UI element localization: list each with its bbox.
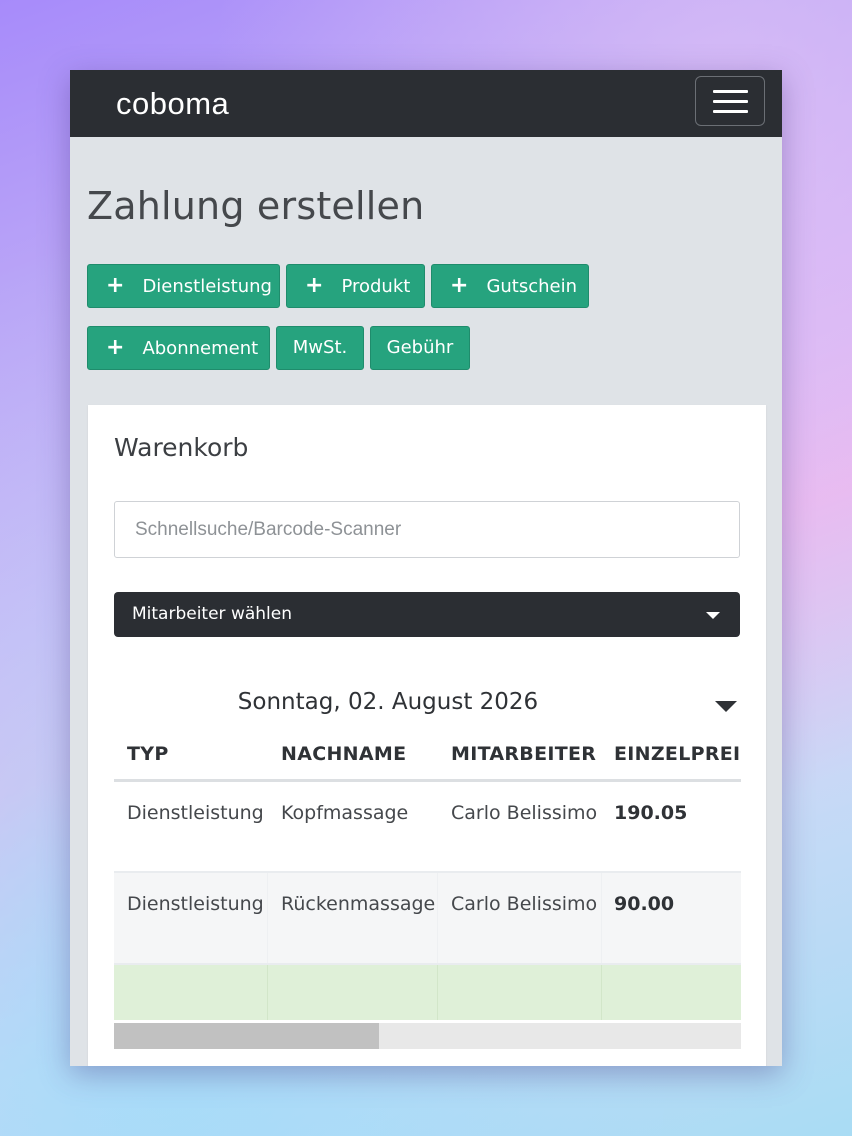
cell-mitarbeiter: Carlo Belissimo [451, 802, 598, 824]
menu-toggle-button[interactable] [695, 76, 765, 126]
quick-search-input[interactable] [114, 501, 740, 558]
cell-einzelpreis: 190.05 [614, 802, 688, 824]
table-row[interactable]: Dienstleistung Kopfmassage Carlo Belissi… [114, 782, 741, 871]
navbar: coboma [70, 70, 782, 137]
selected-date: Sonntag, 02. August 2026 [237, 689, 539, 715]
column-header-nachname[interactable]: NACHNAME [281, 743, 406, 765]
plus-icon: + [450, 273, 469, 298]
cell-nachname: Rückenmassage [281, 893, 436, 915]
cell-typ: Dienstleistung [127, 893, 264, 915]
button-label: Abonnement [142, 338, 259, 359]
add-gutschein-button[interactable]: + Gutschein [431, 264, 589, 308]
add-gebuehr-button[interactable]: Gebühr [370, 326, 470, 370]
cart-title: Warenkorb [114, 433, 249, 462]
app-window: coboma Zahlung erstellen + Dienstleistung… [70, 70, 782, 1066]
plus-icon: + [106, 273, 125, 298]
date-dropdown-icon[interactable] [715, 701, 737, 712]
plus-icon: + [305, 273, 324, 298]
button-label: Gebühr [386, 337, 454, 358]
column-header-typ[interactable]: TYP [127, 743, 169, 765]
column-header-einzelpreis[interactable]: EINZELPREIS [614, 743, 741, 765]
column-divider [437, 873, 438, 963]
hamburger-icon-line [713, 100, 748, 103]
column-header-mitarbeiter[interactable]: MITARBEITER [451, 743, 596, 765]
cell-nachname: Kopfmassage [281, 802, 409, 824]
button-label: MwSt. [292, 337, 348, 358]
page-title: Zahlung erstellen [87, 184, 425, 228]
cell-typ: Dienstleistung [127, 802, 264, 824]
add-produkt-button[interactable]: + Produkt [286, 264, 425, 308]
hamburger-icon [713, 90, 748, 93]
add-dienstleistung-button[interactable]: + Dienstleistung [87, 264, 280, 308]
table-row[interactable]: Dienstleistung Rückenmassage Carlo Belis… [114, 873, 741, 963]
column-divider [437, 965, 438, 1020]
table-row-total [114, 965, 741, 1020]
chevron-down-icon [706, 612, 720, 619]
column-divider [601, 873, 602, 963]
button-label: Produkt [341, 276, 411, 297]
employee-select-label: Mitarbeiter wählen [132, 604, 293, 624]
plus-icon: + [106, 335, 125, 360]
cell-einzelpreis: 90.00 [614, 893, 675, 915]
cart-table: TYP NACHNAME MITARBEITER EINZELPREIS Die… [114, 725, 741, 1023]
cell-mitarbeiter: Carlo Belissimo [451, 893, 598, 915]
button-label: Dienstleistung [142, 276, 272, 297]
add-abonnement-button[interactable]: + Abonnement [87, 326, 270, 370]
hamburger-icon-line [713, 110, 748, 113]
employee-select[interactable]: Mitarbeiter wählen [114, 592, 740, 637]
horizontal-scrollbar[interactable] [114, 1023, 741, 1049]
button-label: Gutschein [486, 276, 578, 297]
column-divider [267, 873, 268, 963]
column-divider [267, 965, 268, 1020]
brand-logo[interactable]: coboma [116, 84, 229, 124]
scrollbar-thumb[interactable] [114, 1023, 379, 1049]
cart-panel: Warenkorb Mitarbeiter wählen Sonntag, 02… [88, 405, 766, 1066]
add-mwst-button[interactable]: MwSt. [276, 326, 364, 370]
column-divider [601, 965, 602, 1020]
